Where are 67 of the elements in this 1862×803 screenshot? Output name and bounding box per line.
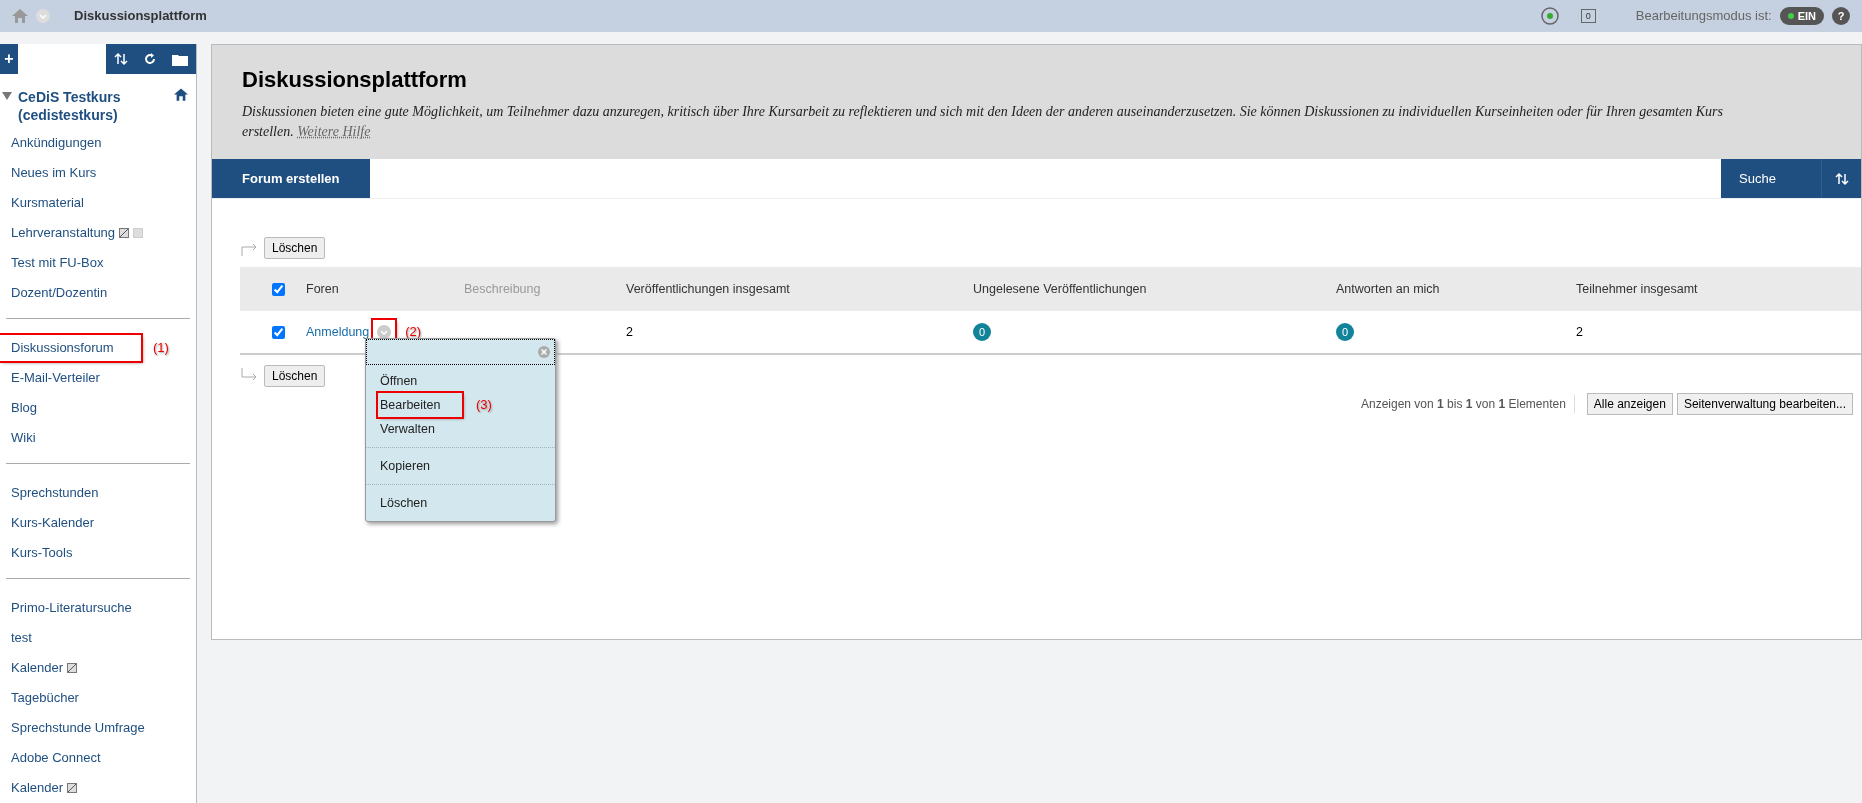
show-all-button[interactable]: Alle anzeigen xyxy=(1586,393,1673,415)
column-header[interactable]: Antworten an mich xyxy=(1336,279,1576,299)
sidebar-link[interactable]: Kursmaterial xyxy=(0,190,95,216)
course-title[interactable]: CeDiS Testkurs (cedistestkurs) xyxy=(18,88,174,124)
home-icon[interactable] xyxy=(174,88,188,101)
table-cell-text: 2 xyxy=(626,323,634,341)
notification-count[interactable]: 0 xyxy=(1580,9,1596,23)
close-icon[interactable] xyxy=(538,346,550,358)
sidebar-link[interactable]: Kurs-Tools xyxy=(0,540,84,566)
sidebar-link[interactable]: Primo-Literatursuche xyxy=(0,595,143,621)
sort-icon xyxy=(1834,171,1849,186)
menu-item[interactable]: Löschen xyxy=(380,493,428,513)
sidebar-link[interactable]: Kurs-Kalender xyxy=(0,510,106,536)
sidebar-link[interactable]: Kalender xyxy=(0,775,89,801)
sidebar-link[interactable]: Tagebücher xyxy=(0,685,90,711)
sidebar-link[interactable]: test xyxy=(0,625,43,651)
help-button[interactable]: ? xyxy=(1832,7,1850,25)
column-header[interactable]: Veröffentlichungen insgesamt xyxy=(626,279,973,299)
sidebar-link[interactable]: Ankündigungen xyxy=(0,130,113,156)
annotation-label: (2) xyxy=(405,324,422,340)
chevron-down-icon xyxy=(377,325,392,339)
sidebar-link[interactable]: Adobe Connect xyxy=(0,745,112,771)
count-badge: 0 xyxy=(973,323,991,341)
sidebar-link[interactable]: E-Mail-Verteiler xyxy=(0,365,111,391)
menu-item[interactable]: Kopieren xyxy=(380,456,431,476)
sort-button[interactable] xyxy=(1821,159,1861,198)
sidebar-link[interactable]: Diskussionsforum xyxy=(0,335,141,361)
column-header[interactable]: Foren xyxy=(294,279,464,299)
sidebar-link[interactable]: Test mit FU-Box xyxy=(0,250,115,276)
menu-item[interactable]: Bearbeiten xyxy=(378,393,462,417)
page-description: Diskussionen bieten eine gute Möglichkeit, um Teilnehmer dazu anzuregen, kritisch über Ihre Kursarbeit zu reflektieren und sich mit den Ideen der anderen auseinanderzusetzen. Sie können Diskussionen zu individuellen Kurseinheiten oder für Ihren gesamten Kurs erstellen. Weitere Hilfe xyxy=(242,103,1724,141)
sidebar-link[interactable]: Kalender xyxy=(0,655,89,681)
row-checkbox[interactable] xyxy=(272,325,285,339)
collapse-triangle-icon[interactable] xyxy=(2,92,12,100)
add-button[interactable]: + xyxy=(0,44,18,74)
sidebar-link[interactable]: Sprechstunde Umfrage xyxy=(0,715,156,741)
annotation-label: (3) xyxy=(476,397,492,413)
annotation-label: (1) xyxy=(153,340,169,356)
search-button[interactable]: Suche xyxy=(1721,159,1821,198)
folder-icon[interactable] xyxy=(172,52,189,66)
sidebar-link[interactable]: Blog xyxy=(0,395,49,421)
sort-icon[interactable] xyxy=(113,52,128,66)
help-link[interactable]: Weitere Hilfe xyxy=(297,124,371,139)
menu-item[interactable]: Öffnen xyxy=(380,371,418,391)
page-title: Diskussionsplattform xyxy=(242,66,468,94)
refresh-icon[interactable] xyxy=(143,52,157,66)
sidebar-link[interactable]: Lehrveranstaltung xyxy=(0,220,155,246)
count-badge: 0 xyxy=(1336,323,1354,341)
breadcrumb-title: Diskussionsplattform xyxy=(74,7,207,26)
menu-item[interactable]: Verwalten xyxy=(380,419,435,439)
sidebar-link[interactable]: Sprechstunden xyxy=(0,480,110,506)
pagination-summary: Anzeigen von 1 bis 1 von 1 Elementen xyxy=(1360,395,1575,413)
sidebar-link[interactable]: Wiki xyxy=(0,425,47,451)
edit-mode-toggle[interactable]: EIN xyxy=(1779,7,1824,25)
sidebar-link[interactable]: Dozent/Dozentin xyxy=(0,280,119,306)
forum-link[interactable]: Anmeldung xyxy=(306,322,370,342)
edit-mode-label: Bearbeitungsmodus ist: xyxy=(1635,7,1772,26)
table-cell-text: 2 xyxy=(1576,323,1584,341)
create-forum-button[interactable]: Forum erstellen xyxy=(212,159,370,198)
delete-button[interactable]: Löschen xyxy=(264,237,326,259)
select-all-checkbox[interactable] xyxy=(272,282,285,296)
delete-button[interactable]: Löschen xyxy=(264,365,326,387)
column-header[interactable]: Teilnehmer insgesamt xyxy=(1576,279,1861,299)
column-header[interactable]: Ungelesene Veröffentlichungen xyxy=(973,279,1336,299)
sidebar-input-field[interactable] xyxy=(18,44,106,74)
edit-paging-button[interactable]: Seitenverwaltung bearbeiten... xyxy=(1676,393,1853,415)
sidebar-link[interactable]: Neues im Kurs xyxy=(0,160,108,186)
